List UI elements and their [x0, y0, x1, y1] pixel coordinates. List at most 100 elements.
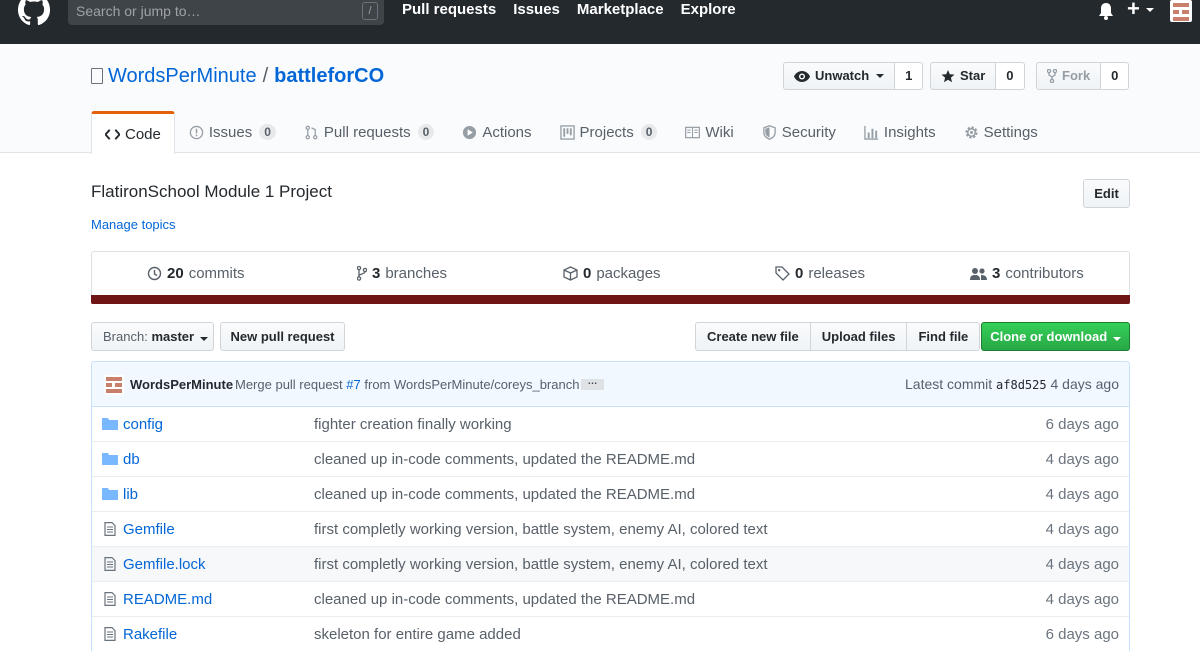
code-icon [105, 128, 120, 140]
tab-actions-label: Actions [482, 123, 532, 141]
nav-pull-requests[interactable]: Pull requests [402, 0, 496, 22]
star-icon [941, 69, 955, 82]
file-commit-message[interactable]: cleaned up in-code comments, updated the… [314, 451, 695, 468]
chevron-down-icon [199, 337, 208, 341]
file-row[interactable]: lib cleaned up in-code comments, updated … [92, 476, 1129, 511]
star-count[interactable]: 0 [996, 62, 1025, 90]
branches-count: 3 [372, 265, 381, 282]
file-commit-age: 4 days ago [1045, 521, 1119, 538]
file-icon [104, 557, 116, 571]
folder-icon [102, 418, 118, 430]
commit-message-suffix[interactable]: from WordsPerMinute/coreys_branch [364, 377, 579, 392]
file-name-link[interactable]: README.md [123, 591, 212, 608]
tab-issues[interactable]: Issues 0 [175, 111, 290, 153]
fork-button[interactable]: Fork [1036, 62, 1102, 90]
new-pull-request-button[interactable]: New pull request [220, 322, 345, 351]
file-commit-message[interactable]: first completly working version, battle … [314, 521, 768, 538]
upload-files-button[interactable]: Upload files [809, 322, 908, 351]
star-button[interactable]: Star [930, 62, 997, 90]
file-commit-message[interactable]: first completly working version, battle … [314, 556, 768, 573]
releases-link[interactable]: 0 releases [775, 265, 865, 282]
commit-sha-link[interactable]: af8d525 [996, 378, 1047, 392]
nav-issues[interactable]: Issues [513, 0, 560, 22]
create-new-icon[interactable]: + [1127, 0, 1140, 20]
watch-group: Unwatch 1 [783, 62, 924, 90]
file-commit-message[interactable]: skeleton for entire game added [314, 626, 521, 643]
commit-pr-link[interactable]: #7 [346, 377, 360, 392]
edit-button[interactable]: Edit [1083, 179, 1130, 208]
fork-label: Fork [1062, 68, 1091, 83]
create-new-file-button[interactable]: Create new file [695, 322, 811, 351]
tab-security[interactable]: Security [748, 111, 850, 153]
repo-name-link[interactable]: battleforCO [274, 64, 384, 88]
pull-requests-counter: 0 [417, 124, 435, 140]
unwatch-label: Unwatch [815, 68, 870, 83]
commit-message-prefix[interactable]: Merge pull request [235, 377, 343, 392]
tab-code[interactable]: Code [91, 111, 175, 154]
branch-select-button[interactable]: Branch: master [91, 322, 214, 351]
commit-age: 4 days ago [1050, 376, 1120, 392]
file-commit-age: 6 days ago [1045, 626, 1119, 643]
packages-link[interactable]: 0 packages [563, 265, 661, 282]
file-commit-message[interactable]: fighter creation finally working [314, 416, 512, 433]
file-row[interactable]: Rakefile skeleton for entire game added 6 … [92, 616, 1129, 651]
tab-actions[interactable]: Actions [448, 111, 545, 153]
pull-request-icon [305, 125, 318, 139]
file-icon [104, 592, 116, 606]
file-name-link[interactable]: Gemfile [123, 521, 175, 538]
nav-explore[interactable]: Explore [681, 0, 736, 22]
file-commit-message[interactable]: cleaned up in-code comments, updated the… [314, 591, 695, 608]
tab-wiki[interactable]: Wiki [671, 111, 747, 153]
file-name-link[interactable]: Gemfile.lock [123, 556, 206, 573]
file-row[interactable]: config fighter creation finally working 6 … [92, 406, 1129, 441]
nav-marketplace[interactable]: Marketplace [577, 0, 664, 22]
graph-icon [864, 125, 878, 140]
tab-projects[interactable]: Projects 0 [546, 111, 672, 153]
avatar[interactable] [1170, 0, 1192, 22]
search-input[interactable]: Search or jump to… / [68, 0, 384, 25]
file-name-link[interactable]: config [123, 416, 163, 433]
repo-owner-link[interactable]: WordsPerMinute [108, 64, 257, 88]
github-logo-icon[interactable] [16, 0, 52, 28]
search-placeholder: Search or jump to… [76, 3, 201, 19]
file-actions-group: Create new file Upload files Find file [695, 322, 981, 351]
file-row[interactable]: Gemfile first completly working version, … [92, 511, 1129, 546]
issues-counter: 0 [259, 124, 276, 140]
gear-icon [965, 125, 978, 139]
language-bar[interactable] [91, 295, 1130, 304]
tab-pull-requests[interactable]: Pull requests 0 [290, 111, 448, 153]
tab-security-label: Security [781, 123, 836, 141]
file-row[interactable]: Gemfile.lock first completly working vers… [92, 546, 1129, 581]
avatar[interactable] [104, 375, 124, 395]
unwatch-button[interactable]: Unwatch [783, 62, 896, 90]
chevron-down-icon [876, 74, 885, 78]
find-file-button[interactable]: Find file [906, 322, 981, 351]
file-commit-message[interactable]: cleaned up in-code comments, updated the… [314, 486, 695, 503]
commits-link[interactable]: 20 commits [147, 265, 245, 282]
tab-settings[interactable]: Settings [950, 111, 1052, 153]
file-name-link[interactable]: lib [123, 486, 138, 503]
watch-count[interactable]: 1 [895, 62, 924, 90]
file-name-link[interactable]: db [123, 451, 140, 468]
bell-icon[interactable] [1097, 2, 1115, 22]
tab-insights[interactable]: Insights [850, 111, 950, 153]
contributors-link[interactable]: 3 contributors [970, 265, 1084, 282]
package-icon [563, 266, 578, 281]
eye-icon [794, 70, 810, 82]
star-group: Star 0 [930, 62, 1025, 90]
latest-commit-label: Latest commit [905, 376, 993, 392]
file-name-link[interactable]: Rakefile [123, 626, 177, 643]
file-row[interactable]: db cleaned up in-code comments, updated t… [92, 441, 1129, 476]
releases-count: 0 [795, 265, 804, 282]
file-icon [104, 627, 116, 641]
history-icon [147, 266, 162, 281]
file-row[interactable]: README.md cleaned up in-code comments, up… [92, 581, 1129, 616]
clone-or-download-button[interactable]: Clone or download [981, 322, 1130, 351]
expand-commit-button[interactable]: … [581, 377, 604, 390]
branches-link[interactable]: 3 branches [357, 265, 447, 282]
chevron-down-icon [1112, 337, 1121, 341]
manage-topics-link[interactable]: Manage topics [91, 217, 176, 232]
fork-count[interactable]: 0 [1101, 62, 1130, 90]
search-shortcut-badge: / [362, 2, 378, 20]
commit-author-link[interactable]: WordsPerMinute [130, 377, 233, 392]
